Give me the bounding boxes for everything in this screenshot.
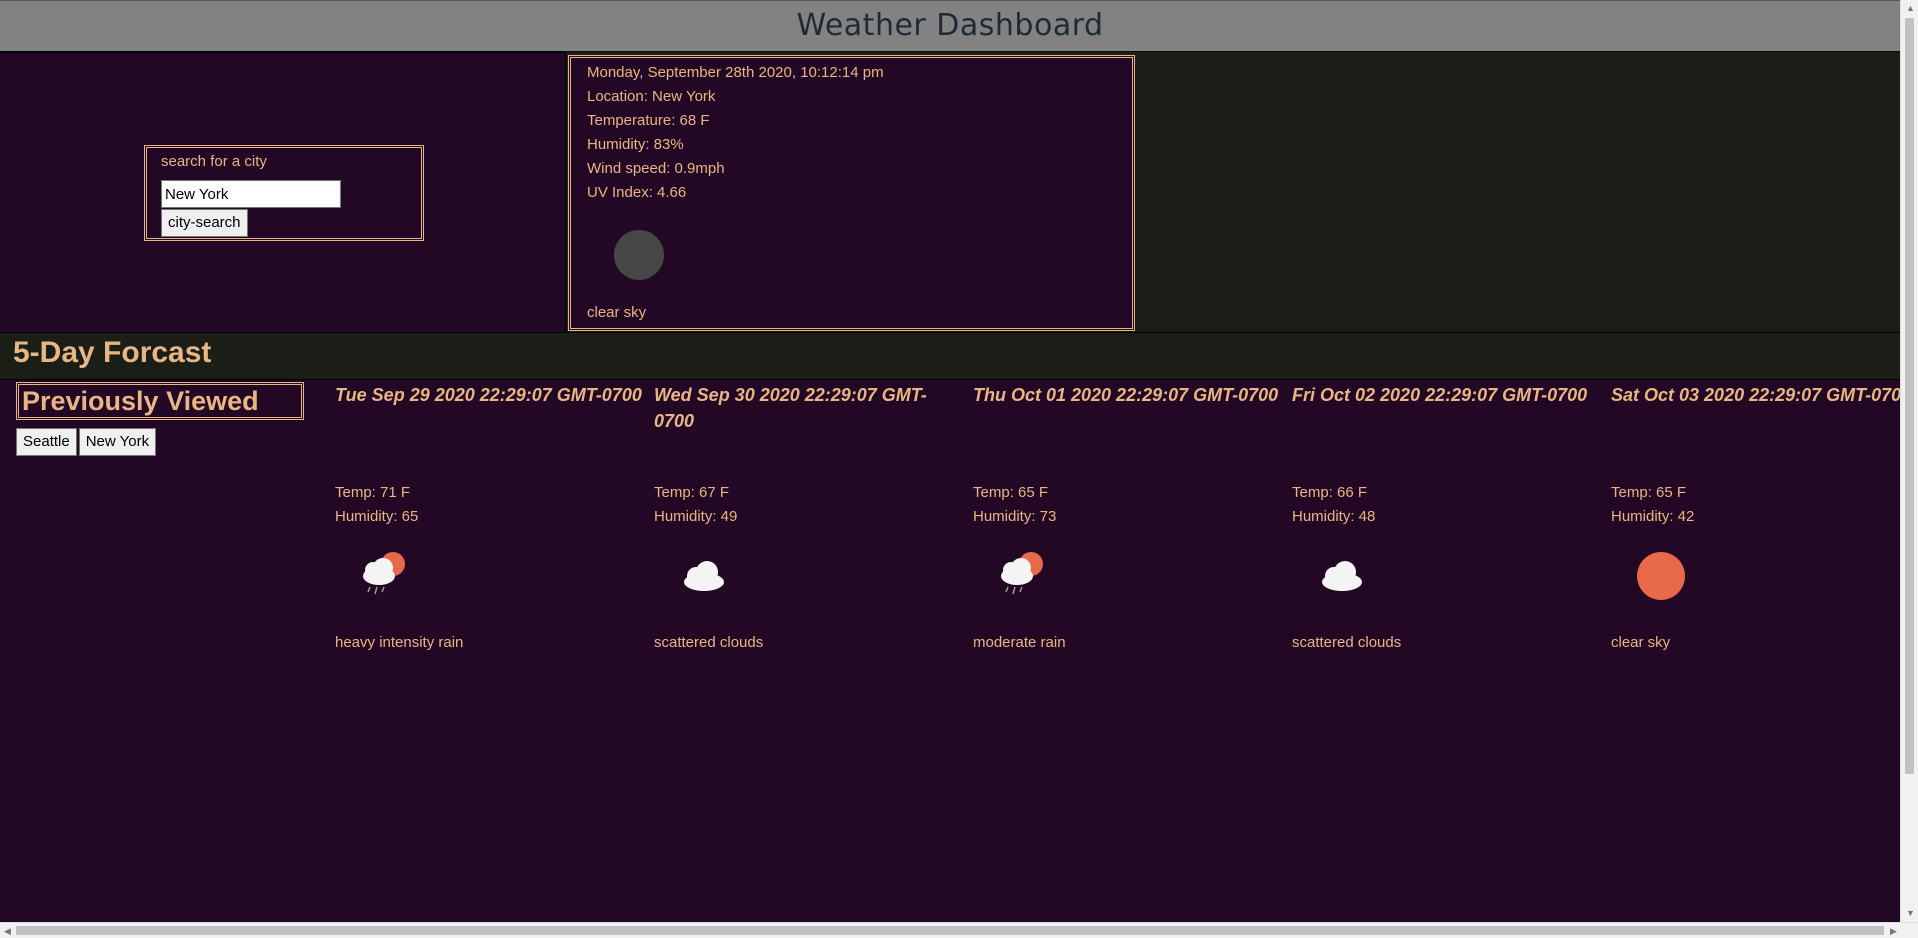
scroll-left-icon[interactable]: ◀ (4, 926, 11, 936)
forecast-description: heavy intensity rain (335, 634, 464, 651)
forecast-card: Wed Sep 30 2020 22:29:07 GMT-0700 Temp: … (654, 380, 964, 670)
forecast-date: Wed Sep 30 2020 22:29:07 GMT-0700 (654, 385, 927, 431)
search-panel: search for a city city-search (0, 52, 566, 332)
forecast-header: 5-Day Forcast (0, 332, 1900, 380)
rain-cloud-sun-icon (1001, 552, 1043, 595)
cloud-icon (684, 561, 724, 591)
horizontal-scroll-thumb[interactable] (16, 926, 1884, 935)
forecast-card: Sat Oct 03 2020 22:29:07 GMT-0700 Temp: … (1611, 380, 1900, 670)
scroll-down-icon[interactable]: ▼ (1906, 908, 1915, 918)
scroll-up-icon[interactable]: ▲ (1906, 3, 1915, 13)
forecast-card: Tue Sep 29 2020 22:29:07 GMT-0700 Temp: … (335, 380, 645, 670)
forecast-temp: Temp: 65 F (1611, 484, 1687, 501)
forecast-humidity: Humidity: 73 (973, 508, 1057, 525)
forecast-humidity: Humidity: 65 (335, 508, 419, 525)
search-box: search for a city city-search (144, 145, 424, 241)
scroll-right-icon[interactable]: ▶ (1890, 926, 1897, 936)
current-uv-index: UV Index: 4.66 (587, 184, 687, 201)
forecast-humidity: Humidity: 48 (1292, 508, 1376, 525)
current-weather-panel: Monday, September 28th 2020, 10:12:14 pm… (568, 55, 1135, 331)
forecast-date: Tue Sep 29 2020 22:29:07 GMT-0700 (335, 385, 642, 405)
current-description: clear sky (587, 304, 647, 321)
horizontal-scrollbar[interactable]: ◀ ▶ (0, 922, 1918, 938)
forecast-temp: Temp: 65 F (973, 484, 1049, 501)
forecast-date: Sat Oct 03 2020 22:29:07 GMT-0700 (1611, 385, 1900, 405)
current-location: Location: New York (587, 88, 716, 105)
forecast-description: scattered clouds (1292, 634, 1402, 651)
city-search-input[interactable] (161, 180, 341, 208)
current-temperature: Temperature: 68 F (587, 112, 710, 129)
uv-indicator-icon (614, 230, 664, 280)
vertical-scroll-thumb[interactable] (1905, 18, 1914, 774)
history-button-seattle[interactable]: Seattle (16, 428, 77, 456)
previously-viewed-list: Seattle New York (16, 428, 157, 456)
current-humidity: Humidity: 83% (587, 136, 684, 153)
forecast-humidity: Humidity: 49 (654, 508, 738, 525)
forecast-temp: Temp: 66 F (1292, 484, 1368, 501)
page-title: Weather Dashboard (796, 8, 1104, 43)
forecast-description: moderate rain (973, 634, 1066, 651)
cloud-icon (1322, 561, 1362, 591)
forecast-temp: Temp: 67 F (654, 484, 730, 501)
forecast-date: Thu Oct 01 2020 22:29:07 GMT-0700 (973, 385, 1279, 405)
forecast-date: Fri Oct 02 2020 22:29:07 GMT-0700 (1292, 385, 1588, 405)
forecast-description: clear sky (1611, 634, 1671, 651)
search-label: search for a city (161, 153, 267, 170)
top-band: search for a city city-search Monday, Se… (0, 52, 1900, 332)
forecast-card: Fri Oct 02 2020 22:29:07 GMT-0700 Temp: … (1292, 380, 1602, 670)
forecast-humidity: Humidity: 42 (1611, 508, 1695, 525)
history-button-new-york[interactable]: New York (78, 428, 157, 456)
page: Weather Dashboard search for a city city… (0, 0, 1900, 922)
city-search-button[interactable]: city-search (161, 209, 248, 237)
rain-cloud-sun-icon (363, 552, 405, 595)
forecast-temp: Temp: 71 F (335, 484, 411, 501)
sun-icon (1637, 552, 1685, 600)
forecast-description: scattered clouds (654, 634, 764, 651)
header: Weather Dashboard (0, 0, 1900, 52)
current-datetime: Monday, September 28th 2020, 10:12:14 pm (587, 64, 884, 81)
previously-viewed-title: Previously Viewed (16, 382, 304, 420)
previously-viewed-panel: Previously Viewed Seattle New York (0, 380, 320, 922)
vertical-scrollbar[interactable]: ▲ ▼ (1900, 0, 1918, 922)
forecast-title: 5-Day Forcast (13, 336, 212, 369)
current-wind-speed: Wind speed: 0.9mph (587, 160, 725, 177)
forecast-card: Thu Oct 01 2020 22:29:07 GMT-0700 Temp: … (973, 380, 1283, 670)
